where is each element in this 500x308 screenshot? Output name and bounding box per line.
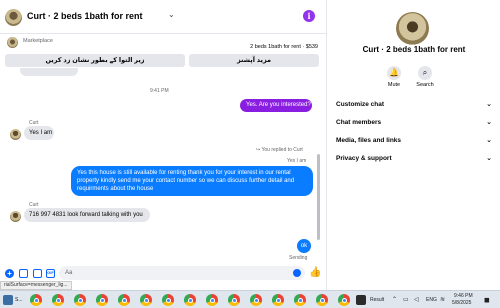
section-label: Customize chat	[336, 101, 385, 108]
avatar[interactable]	[10, 211, 21, 222]
section-chat-members[interactable]: Chat members ⌄	[336, 119, 494, 131]
chrome-icon[interactable]	[52, 294, 64, 306]
avatar[interactable]	[396, 12, 429, 45]
result-label[interactable]: Result	[370, 297, 384, 303]
mark-pending-button[interactable]: زیر التوا کے بطور نشان زد کریں	[5, 54, 185, 67]
app-icon[interactable]	[356, 295, 366, 305]
section-media-files-links[interactable]: Media, files and links ⌄	[336, 137, 494, 149]
notification-icon[interactable]: ◼	[484, 296, 490, 304]
incoming-message[interactable]: 716 997 4831 look forward talking with y…	[24, 208, 150, 222]
section-label: Media, files and links	[336, 137, 402, 144]
clock-date[interactable]: 5/8/2025	[452, 300, 471, 306]
message-input[interactable]: Aa	[59, 266, 305, 280]
chrome-icon[interactable]	[206, 294, 218, 306]
marketplace-banner: Marketplace 2 beds 1bath for rent · $539…	[0, 34, 326, 68]
messenger-window: Curt · 2 beds 1bath for rent ⌄ i Marketp…	[0, 0, 500, 290]
network-icon[interactable]: ▭	[403, 296, 409, 303]
chrome-icon[interactable]	[184, 294, 196, 306]
quoted-message[interactable]: Yes I am	[287, 158, 306, 164]
speaker-icon[interactable]: ◁	[414, 296, 419, 303]
search-icon[interactable]: ⌕	[418, 66, 432, 80]
language-indicator[interactable]: ENG	[426, 297, 437, 303]
chrome-icon[interactable]	[338, 294, 350, 306]
reply-indicator: ↪ You replied to Curt	[256, 147, 303, 153]
chrome-icon[interactable]	[162, 294, 174, 306]
chevron-down-icon[interactable]: ⌄	[168, 10, 175, 19]
sticker-icon[interactable]	[33, 269, 42, 278]
more-options-button[interactable]: مزید آپشنز	[189, 54, 319, 67]
section-label: Chat members	[336, 119, 382, 126]
reply-note-text: You replied to Curt	[261, 147, 303, 153]
section-customize-chat[interactable]: Customize chat ⌄	[336, 101, 494, 113]
mute-label: Mute	[387, 82, 401, 88]
clock-time[interactable]: 9:46 PM	[454, 293, 473, 299]
mute-button[interactable]: 🔔 Mute	[379, 66, 409, 88]
message-timestamp: 9:41 PM	[150, 88, 169, 94]
chevron-up-icon[interactable]: ⌃	[392, 296, 397, 303]
listing-thumbnail	[7, 37, 18, 48]
incoming-message[interactable]: Yes I am	[24, 126, 54, 140]
outgoing-message[interactable]: Yes this house is still available for re…	[71, 166, 313, 196]
message-list[interactable]: 9:41 PM Yes. Are you interested? Curt Ye…	[0, 68, 326, 264]
info-title: Curt · 2 beds 1bath for rent	[362, 45, 466, 54]
gif-icon[interactable]: GIF	[46, 269, 55, 278]
search-label: Search	[416, 82, 434, 88]
status-bar-url: rialSurface=messenger_lig...	[0, 281, 72, 290]
search-button[interactable]: ⌕ Search	[410, 66, 440, 88]
message-status: Sending	[289, 255, 308, 261]
chevron-down-icon: ⌄	[486, 155, 492, 162]
chrome-icon[interactable]	[96, 294, 108, 306]
chrome-icon[interactable]	[316, 294, 328, 306]
listing-title[interactable]: 2 beds 1bath for rent · $539	[250, 44, 318, 50]
wifi-icon[interactable]: ≋	[440, 296, 445, 303]
chevron-down-icon: ⌄	[486, 101, 492, 108]
avatar[interactable]	[10, 129, 21, 140]
chrome-icon[interactable]	[250, 294, 262, 306]
chevron-down-icon: ⌄	[486, 137, 492, 144]
marketplace-label: Marketplace	[23, 38, 53, 44]
conversation-info-panel: Curt · 2 beds 1bath for rent 🔔 Mute ⌕ Se…	[326, 0, 500, 290]
chrome-icon[interactable]	[74, 294, 86, 306]
taskbar-label[interactable]: S...	[15, 297, 23, 303]
outgoing-message[interactable]: ok	[297, 239, 311, 253]
chrome-icon[interactable]	[118, 294, 130, 306]
chrome-icon[interactable]	[272, 294, 284, 306]
chat-header: Curt · 2 beds 1bath for rent ⌄ i	[0, 0, 326, 34]
message-bubble-partial	[20, 68, 78, 76]
conversation-title[interactable]: Curt · 2 beds 1bath for rent	[27, 11, 143, 21]
app-icon[interactable]	[3, 295, 13, 305]
taskbar: S... Result ⌃ ▭ ◁ ENG ≋ 9:46 PM 5/8/2025…	[0, 290, 500, 308]
chrome-icon[interactable]	[140, 294, 152, 306]
info-icon[interactable]: i	[303, 10, 315, 22]
thumbs-up-icon[interactable]: 👍	[309, 267, 321, 278]
chat-pane: Curt · 2 beds 1bath for rent ⌄ i Marketp…	[0, 0, 326, 290]
plus-icon[interactable]: +	[5, 269, 14, 278]
chrome-icon[interactable]	[294, 294, 306, 306]
image-icon[interactable]	[19, 269, 28, 278]
chrome-icon[interactable]	[228, 294, 240, 306]
chrome-icon[interactable]	[30, 294, 42, 306]
outgoing-message[interactable]: Yes. Are you interested?	[240, 99, 312, 112]
chevron-down-icon: ⌄	[486, 119, 492, 126]
scrollbar[interactable]	[317, 154, 320, 240]
reply-icon: ↪	[256, 147, 261, 153]
section-privacy-support[interactable]: Privacy & support ⌄	[336, 155, 494, 167]
avatar[interactable]	[5, 9, 22, 26]
section-label: Privacy & support	[336, 155, 392, 162]
bell-icon[interactable]: 🔔	[387, 66, 401, 80]
emoji-icon[interactable]	[293, 269, 301, 277]
